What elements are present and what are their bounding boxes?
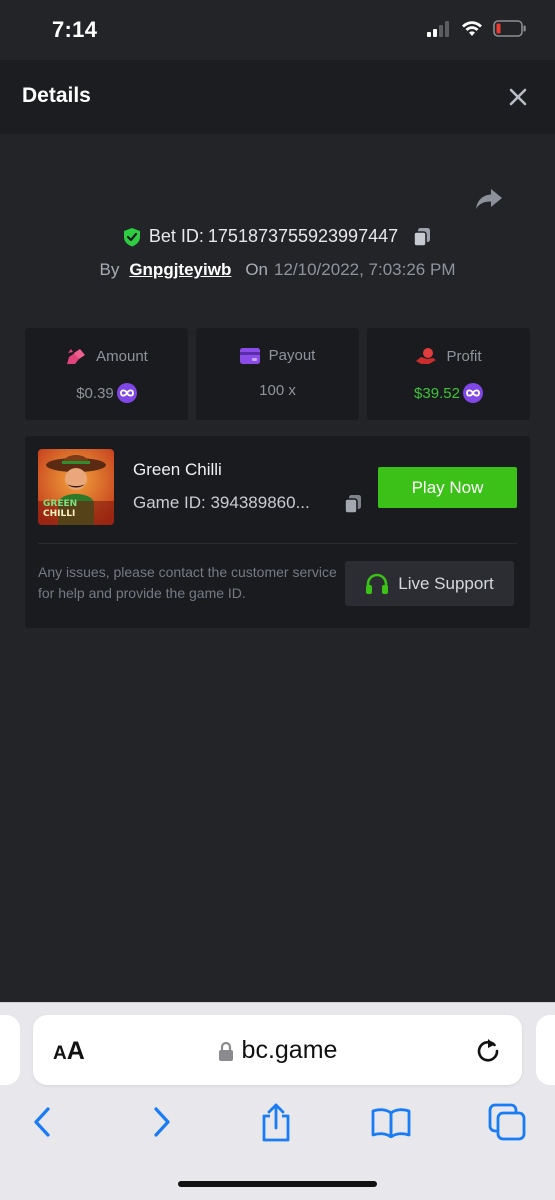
bet-id-value: 1751873755923997447 bbox=[207, 226, 399, 246]
chevron-left-icon bbox=[34, 1107, 50, 1137]
copy-bet-id-icon[interactable] bbox=[412, 227, 432, 247]
share-sheet-icon bbox=[262, 1103, 290, 1142]
book-icon bbox=[371, 1108, 411, 1138]
thumb-title-line1: GREEN bbox=[43, 499, 78, 509]
payout-stat: Payout 100 x bbox=[196, 328, 359, 420]
status-icons bbox=[427, 20, 527, 37]
payout-value: 100 x bbox=[259, 382, 296, 399]
bet-stats-row: Amount $0.39 Payout 100 x Profit $39.52 bbox=[25, 328, 530, 420]
next-tab-peek[interactable] bbox=[536, 1015, 555, 1085]
address-bar[interactable]: AA bc.game bbox=[33, 1015, 522, 1085]
on-label: On bbox=[245, 260, 269, 279]
verified-shield-icon bbox=[123, 227, 140, 246]
profit-value: $39.52 bbox=[414, 384, 460, 402]
game-name: Green Chilli bbox=[133, 460, 222, 479]
tabs-icon bbox=[488, 1103, 526, 1141]
bet-id-label: Bet ID: bbox=[148, 226, 204, 246]
tabs-button[interactable] bbox=[487, 1101, 527, 1143]
play-now-button[interactable]: Play Now bbox=[378, 467, 517, 508]
bookmarks-button[interactable] bbox=[371, 1101, 411, 1143]
amount-stat: Amount $0.39 bbox=[25, 328, 188, 420]
cellular-signal-icon bbox=[427, 20, 449, 37]
game-card: GREEN CHILLI Green Chilli Game ID: 39438… bbox=[25, 436, 530, 628]
matic-coin-icon bbox=[462, 383, 483, 403]
lock-icon bbox=[218, 1041, 233, 1061]
page-title: Details bbox=[22, 84, 91, 107]
previous-tab-peek[interactable] bbox=[0, 1015, 20, 1085]
back-button[interactable] bbox=[22, 1101, 62, 1143]
profit-stat: Profit $39.52 bbox=[367, 328, 530, 420]
by-label: By bbox=[99, 260, 120, 279]
amount-icon bbox=[67, 349, 86, 364]
url-text: bc.game bbox=[241, 1036, 338, 1064]
close-icon[interactable] bbox=[507, 86, 529, 108]
headset-icon bbox=[366, 573, 389, 594]
home-indicator[interactable] bbox=[178, 1181, 377, 1187]
thumb-title-line2: CHILLI bbox=[43, 509, 76, 519]
status-bar: 7:14 bbox=[0, 0, 555, 60]
bet-date: 12/10/2022, 7:03:26 PM bbox=[274, 260, 456, 279]
wifi-icon bbox=[462, 21, 482, 36]
share-button[interactable] bbox=[256, 1101, 296, 1143]
live-support-label: Live Support bbox=[398, 573, 494, 593]
game-thumbnail[interactable]: GREEN CHILLI bbox=[38, 449, 114, 525]
bet-meta-line: By Gnpgjteyiwb On 12/10/2022, 7:03:26 PM bbox=[0, 260, 555, 280]
amount-value: $0.39 bbox=[76, 384, 114, 402]
share-icon[interactable] bbox=[474, 186, 504, 212]
bet-id-line: Bet ID: 1751873755923997447 bbox=[0, 226, 555, 247]
bet-details-content: Bet ID: 1751873755923997447 By Gnpgjteyi… bbox=[0, 134, 555, 1002]
chevron-right-icon bbox=[154, 1107, 170, 1137]
profit-icon bbox=[416, 348, 437, 364]
username-link[interactable]: Gnpgjteyiwb bbox=[129, 260, 231, 280]
url-display: bc.game bbox=[33, 1036, 522, 1065]
support-notice: Any issues, please contact the customer … bbox=[38, 564, 337, 601]
game-id: Game ID: 394389860... bbox=[133, 493, 310, 512]
browser-nav-row bbox=[0, 1101, 555, 1143]
details-header: Details bbox=[0, 60, 555, 134]
payout-label: Payout bbox=[268, 347, 316, 364]
card-divider bbox=[38, 543, 517, 544]
status-time: 7:14 bbox=[52, 17, 98, 42]
copy-game-id-icon[interactable] bbox=[343, 494, 363, 514]
battery-low-icon bbox=[493, 20, 526, 37]
browser-toolbar: AA bc.game bbox=[0, 1002, 555, 1200]
live-support-button[interactable]: Live Support bbox=[345, 561, 514, 606]
forward-button[interactable] bbox=[142, 1101, 182, 1143]
payout-card-icon bbox=[239, 347, 260, 364]
profit-label: Profit bbox=[446, 347, 482, 365]
reload-icon[interactable] bbox=[474, 1036, 502, 1064]
matic-coin-icon bbox=[116, 383, 137, 403]
amount-label: Amount bbox=[96, 347, 148, 365]
